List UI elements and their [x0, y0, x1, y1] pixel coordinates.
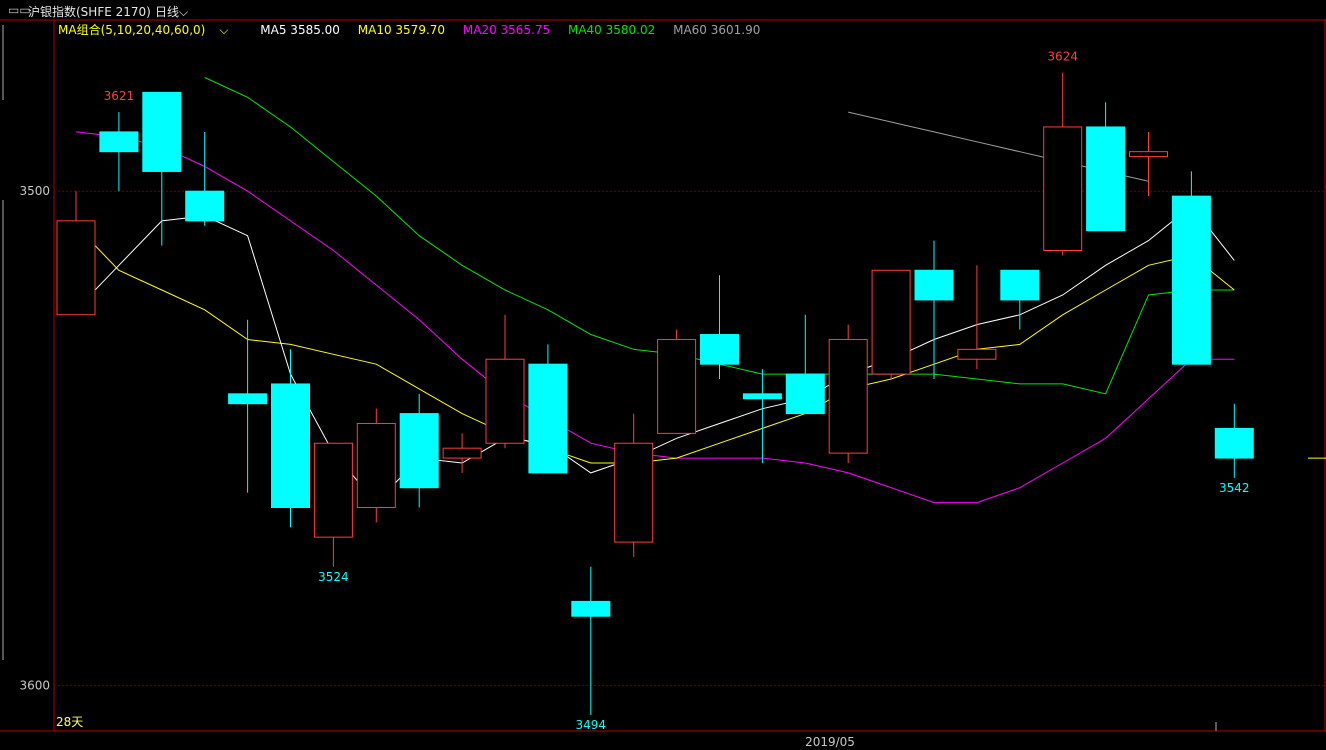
candle-body-up — [313, 442, 353, 538]
candle-body-down — [228, 393, 268, 405]
candle-body-down — [571, 600, 611, 617]
candle-body-up — [828, 338, 868, 454]
candle-body-down — [1214, 427, 1254, 459]
candle-body-down — [914, 269, 954, 301]
candle-body-down — [528, 363, 568, 474]
candle-body-down — [271, 383, 310, 508]
extreme-price-label: 3542 — [1219, 481, 1250, 495]
candle-body-up — [485, 358, 525, 444]
candle-body-down — [785, 373, 825, 415]
extreme-price-label: 3494 — [576, 718, 607, 732]
candle-body-up — [871, 269, 911, 375]
extreme-price-label: 3524 — [318, 570, 349, 584]
candle-body-up — [957, 348, 997, 360]
extreme-price-label: 3621 — [104, 89, 135, 103]
candles — [56, 72, 1326, 716]
candle-body-down — [700, 334, 739, 365]
candle-body-down — [742, 393, 782, 400]
candle-body-down — [1086, 126, 1126, 232]
ma10-line — [75, 225, 1235, 464]
extreme-price-label: 3624 — [1047, 50, 1078, 64]
candle-body-up — [442, 447, 482, 459]
candle-body-up — [657, 338, 697, 434]
y-tick-label: 3500 — [19, 184, 50, 198]
candle-body-up — [614, 442, 654, 543]
candle-body-up — [1129, 151, 1168, 158]
candle-body-down — [1171, 195, 1211, 365]
candle-body-down — [99, 131, 139, 153]
y-tick-label: 3600 — [19, 678, 50, 692]
candle-body-up — [56, 220, 96, 316]
candle-body-up — [1043, 126, 1083, 252]
candle-body-down — [1000, 269, 1040, 301]
candle-body-down — [399, 413, 439, 489]
candle-body-up — [356, 422, 396, 508]
candlestick-chart[interactable]: 3600 3500 3621 3524 3494 3624 3542 28天 2019/05 — [0, 0, 1326, 750]
candle-body-down — [185, 190, 225, 222]
bar-count-label: 28天 — [56, 715, 83, 729]
x-axis-date-label: 2019/05 — [805, 735, 855, 749]
candle-body-down — [142, 91, 182, 172]
